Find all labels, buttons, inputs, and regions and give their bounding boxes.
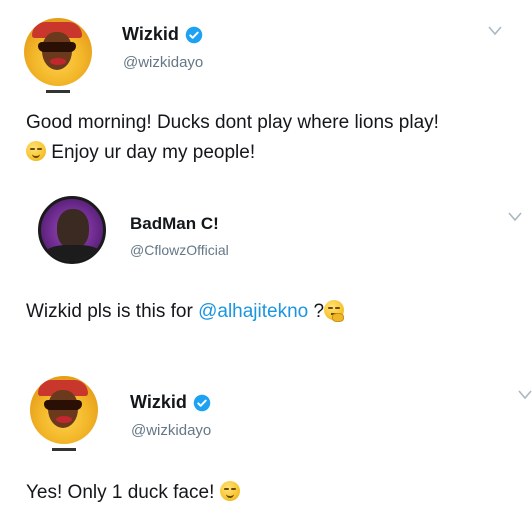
tweet-text: Good morning! Ducks dont play where lion…	[26, 112, 439, 133]
display-name[interactable]: Wizkid	[130, 392, 211, 413]
thinking-face-icon	[324, 300, 345, 322]
mention-link[interactable]: @alhajitekno	[198, 301, 308, 322]
relieved-face-icon	[26, 141, 46, 161]
tweet-2[interactable]: BadMan C! @CflowzOfficial Wizkid pls is …	[0, 180, 532, 340]
avatar-watermark-bottom	[52, 448, 76, 451]
avatar[interactable]	[38, 196, 106, 264]
tweet-1[interactable]: Wizkid @wizkidayo Good morning! Ducks do…	[0, 0, 532, 180]
relieved-face-icon	[219, 481, 240, 501]
display-name[interactable]: BadMan C!	[130, 214, 219, 234]
handle[interactable]: @wizkidayo	[123, 54, 203, 71]
verified-badge-icon	[193, 394, 211, 411]
handle[interactable]: @wizkidayo	[131, 422, 211, 439]
chevron-down-icon[interactable]	[518, 390, 532, 400]
tweet-text: Yes! Only 1 duck face!	[26, 478, 240, 508]
tweet-text: Wizkid pls is this for @alhajitekno ?	[26, 297, 345, 327]
chevron-down-icon[interactable]	[508, 212, 522, 222]
tweet-text-line2: Enjoy ur day my people!	[26, 138, 255, 168]
tweet-3[interactable]: Wizkid @wizkidayo Yes! Only 1 duck face!	[0, 360, 532, 529]
avatar[interactable]	[24, 18, 92, 86]
display-name[interactable]: Wizkid	[122, 24, 203, 45]
verified-badge-icon	[185, 26, 203, 43]
avatar[interactable]	[30, 376, 98, 444]
avatar-watermark-bottom	[46, 90, 70, 93]
handle[interactable]: @CflowzOfficial	[130, 242, 229, 258]
chevron-down-icon[interactable]	[488, 26, 502, 36]
